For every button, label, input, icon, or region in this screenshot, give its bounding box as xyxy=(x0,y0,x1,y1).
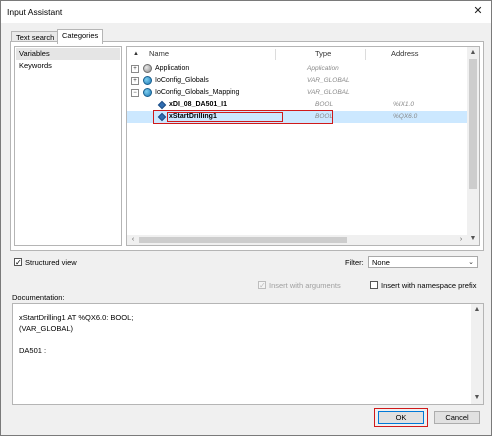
tree-row-address: %QX6.0 xyxy=(393,113,418,120)
documentation-scrollbar[interactable]: ▲ ▼ xyxy=(471,304,483,404)
tree-row-ioconfig-globals-mapping[interactable]: − IoConfig_Globals_Mapping VAR_GLOBAL xyxy=(127,87,467,99)
globe-icon xyxy=(143,76,152,85)
structured-view-checkbox[interactable]: ✓ xyxy=(14,258,22,267)
tree-row-type: BOOL xyxy=(315,101,334,108)
sort-up-icon[interactable]: ▲ xyxy=(133,47,139,61)
scroll-right-icon[interactable]: › xyxy=(455,235,467,245)
filter-value: None xyxy=(372,258,390,267)
insert-with-arguments-label: Insert with arguments xyxy=(269,281,341,290)
tree-row-application[interactable]: + Application Application xyxy=(127,63,467,75)
structured-view-label: Structured view xyxy=(25,258,77,267)
insert-with-namespace-prefix-label: Insert with namespace prefix xyxy=(381,281,477,290)
column-header-address[interactable]: Address xyxy=(391,47,419,61)
cancel-button[interactable]: Cancel xyxy=(434,411,480,424)
category-item-keywords[interactable]: Keywords xyxy=(16,60,120,72)
chevron-down-icon[interactable]: ⌄ xyxy=(468,257,474,268)
tree-row-name: Application xyxy=(155,65,190,72)
tree-row-name: xStartDrilling1 xyxy=(169,113,217,120)
tab-categories[interactable]: Categories xyxy=(57,29,104,44)
scroll-down-icon[interactable]: ▼ xyxy=(471,393,483,403)
column-header-name[interactable]: Name xyxy=(149,47,169,61)
tree-row-name: IoConfig_Globals_Mapping xyxy=(155,89,240,96)
column-header-type[interactable]: Type xyxy=(315,47,331,61)
scrollbar-thumb[interactable] xyxy=(469,59,477,189)
scrollbar-thumb[interactable] xyxy=(139,237,347,243)
variable-tree[interactable]: ▲ Name Type Address + Application Applic… xyxy=(126,46,480,246)
category-item-variables[interactable]: Variables xyxy=(16,48,120,60)
vertical-scrollbar[interactable]: ▲ ▼ xyxy=(467,47,479,245)
filter-label: Filter: xyxy=(345,258,364,267)
window-title: Input Assistant xyxy=(7,7,63,17)
insert-with-namespace-prefix-checkbox[interactable] xyxy=(370,281,378,289)
tree-row-name: xDI_08_DA501_I1 xyxy=(169,101,227,108)
column-divider xyxy=(275,49,276,60)
scroll-up-icon[interactable]: ▲ xyxy=(471,305,483,315)
expand-icon[interactable]: + xyxy=(131,65,139,73)
tree-row-type: VAR_GLOBAL xyxy=(307,77,350,84)
column-divider xyxy=(365,49,366,60)
scroll-up-icon[interactable]: ▲ xyxy=(467,48,479,58)
documentation-line: (VAR_GLOBAL) xyxy=(19,324,74,333)
expand-icon[interactable]: + xyxy=(131,77,139,85)
horizontal-scrollbar[interactable]: ‹ › xyxy=(127,235,467,245)
documentation-line: xStartDrilling1 AT %QX6.0: BOOL; xyxy=(19,313,134,322)
tree-row-xstartdrilling1[interactable]: xStartDrilling1 BOOL %QX6.0 xyxy=(127,111,467,123)
close-icon[interactable]: ✕ xyxy=(471,4,485,18)
globe-icon xyxy=(143,88,152,97)
tree-row-address: %IX1.0 xyxy=(393,101,414,108)
scroll-left-icon[interactable]: ‹ xyxy=(127,235,139,245)
collapse-icon[interactable]: − xyxy=(131,89,139,97)
insert-with-arguments-checkbox[interactable]: ✓ xyxy=(258,281,266,290)
tree-row-type: VAR_GLOBAL xyxy=(307,89,350,96)
category-list[interactable]: Variables Keywords xyxy=(14,46,122,246)
filter-dropdown[interactable]: None ⌄ xyxy=(368,256,478,268)
title-bar: Input Assistant ✕ xyxy=(1,1,491,23)
tree-row-type: Application xyxy=(307,65,339,72)
variable-icon xyxy=(157,100,167,110)
ok-button[interactable]: OK xyxy=(378,411,424,424)
application-icon xyxy=(143,64,152,73)
documentation-label: Documentation: xyxy=(12,293,65,302)
documentation-line: DA501 : xyxy=(19,346,47,355)
tree-row-ioconfig-globals[interactable]: + IoConfig_Globals VAR_GLOBAL xyxy=(127,75,467,87)
tree-row-xdi-08[interactable]: xDI_08_DA501_I1 BOOL %IX1.0 xyxy=(127,99,467,111)
tree-row-type: BOOL xyxy=(315,113,334,120)
scroll-down-icon[interactable]: ▼ xyxy=(467,234,479,244)
variable-icon xyxy=(157,112,167,122)
tree-row-name: IoConfig_Globals xyxy=(155,77,209,84)
documentation-box[interactable]: xStartDrilling1 AT %QX6.0: BOOL; (VAR_GL… xyxy=(12,303,484,405)
